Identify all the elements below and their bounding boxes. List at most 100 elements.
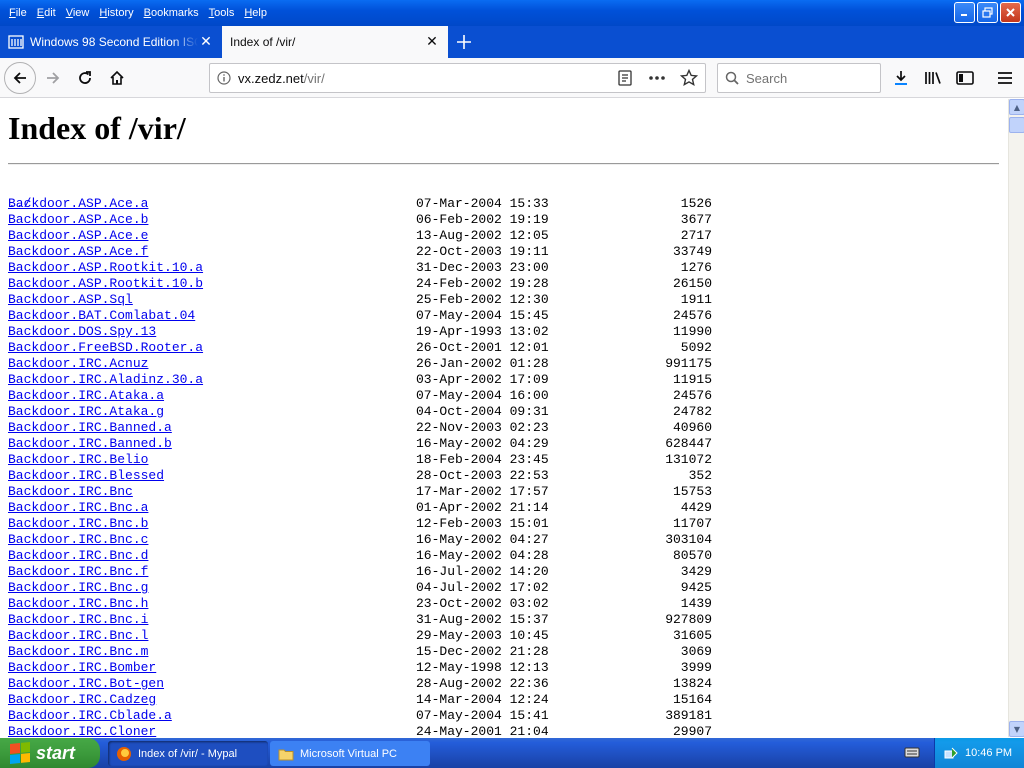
file-size: 303104 (665, 532, 712, 547)
restore-button[interactable] (977, 2, 998, 23)
file-link[interactable]: Backdoor.ASP.Ace.a (8, 196, 148, 212)
listing-row: Backdoor.IRC.Ataka.a 07-May-2004 16:00 245… (8, 388, 728, 404)
tab-close-icon[interactable]: ✕ (424, 34, 440, 50)
menu-history[interactable]: History (94, 7, 138, 19)
task-label: Microsoft Virtual PC (300, 747, 397, 760)
forward-button[interactable] (38, 63, 68, 93)
file-link[interactable]: Backdoor.ASP.Rootkit.10.a (8, 260, 203, 276)
menu-bookmarks[interactable]: Bookmarks (139, 7, 204, 19)
taskbar-button-virtual-pc[interactable]: Microsoft Virtual PC (270, 741, 430, 766)
file-link[interactable]: Backdoor.IRC.Bnc.f (8, 564, 148, 580)
file-link[interactable]: Backdoor.IRC.Bnc.h (8, 596, 148, 612)
reload-button[interactable] (70, 63, 100, 93)
file-link[interactable]: Backdoor.IRC.Cloner (8, 724, 156, 737)
start-button[interactable]: start (0, 738, 100, 768)
search-bar[interactable] (717, 63, 881, 93)
file-size: 13824 (672, 676, 712, 691)
vertical-scrollbar[interactable]: ▲ ▼ (1008, 99, 1024, 737)
file-link[interactable]: Backdoor.IRC.Bnc.l (8, 628, 148, 644)
file-link[interactable]: Backdoor.IRC.Aladinz.30.a (8, 372, 203, 388)
file-size: 352 (688, 468, 712, 483)
file-date: 15-Dec-2002 21:28 (416, 644, 549, 659)
file-link[interactable]: Backdoor.IRC.Cblade.a (8, 708, 172, 724)
minimize-button[interactable] (954, 2, 975, 23)
listing-row: Backdoor.IRC.Banned.a 22-Nov-2003 02:23 40… (8, 420, 728, 436)
file-date: 03-Apr-2002 17:09 (416, 372, 549, 387)
file-date: 06-Feb-2002 19:19 (416, 212, 549, 227)
scroll-thumb[interactable] (1009, 117, 1024, 133)
menu-view[interactable]: View (61, 7, 95, 19)
tab-index-vir[interactable]: Index of /vir/ ✕ (222, 26, 448, 58)
file-date: 16-May-2002 04:29 (416, 436, 549, 451)
url-text[interactable]: vx.zedz.net/vir/ (238, 71, 609, 86)
file-link[interactable]: Backdoor.IRC.Bot-gen (8, 676, 164, 692)
sidebar-icon (956, 71, 974, 85)
taskbar-button-mypal[interactable]: Index of /vir/ - Mypal (108, 741, 268, 766)
file-link[interactable]: Backdoor.IRC.Ataka.a (8, 388, 164, 404)
menu-edit[interactable]: Edit (32, 7, 61, 19)
file-link[interactable]: Backdoor.ASP.Ace.b (8, 212, 148, 228)
file-size: 29907 (672, 724, 712, 737)
file-link[interactable]: Backdoor.IRC.Bnc.m (8, 644, 148, 660)
home-button[interactable] (102, 63, 132, 93)
scroll-up-button[interactable]: ▲ (1009, 99, 1024, 115)
file-link[interactable]: Backdoor.ASP.Rootkit.10.b (8, 276, 203, 292)
file-link[interactable]: Backdoor.IRC.Bomber (8, 660, 156, 676)
library-button[interactable] (918, 63, 948, 93)
network-icon[interactable] (943, 745, 959, 761)
file-link[interactable]: Backdoor.IRC.Bnc.g (8, 580, 148, 596)
file-link[interactable]: Backdoor.ASP.Ace.f (8, 244, 148, 260)
file-date: 04-Jul-2002 17:02 (416, 580, 549, 595)
tab-title: Windows 98 Second Edition ISO Fi (30, 35, 198, 49)
file-link[interactable]: Backdoor.IRC.Bnc.d (8, 548, 148, 564)
scroll-down-button[interactable]: ▼ (1009, 721, 1024, 737)
file-link[interactable]: Backdoor.IRC.Bnc.a (8, 500, 148, 516)
file-link[interactable]: Backdoor.IRC.Ataka.g (8, 404, 164, 420)
menu-help[interactable]: Help (239, 7, 272, 19)
downloads-button[interactable] (886, 63, 916, 93)
close-window-button[interactable] (1000, 2, 1021, 23)
sidebar-button[interactable] (950, 63, 980, 93)
file-link[interactable]: Backdoor.IRC.Belio (8, 452, 148, 468)
file-size: 33749 (672, 244, 712, 259)
listing-row: Backdoor.IRC.Cloner 24-May-2001 21:04 2990… (8, 724, 728, 737)
file-link[interactable]: Backdoor.ASP.Sql (8, 292, 133, 308)
file-link[interactable]: Backdoor.IRC.Blessed (8, 468, 164, 484)
file-link[interactable]: Backdoor.BAT.Comlabat.04 (8, 308, 195, 324)
file-link[interactable]: Backdoor.IRC.Acnuz (8, 356, 148, 372)
file-size: 5092 (680, 340, 712, 355)
file-link[interactable]: Backdoor.IRC.Banned.a (8, 420, 172, 436)
back-button[interactable] (4, 62, 36, 94)
file-link[interactable]: Backdoor.IRC.Cadzeg (8, 692, 156, 708)
file-size: 11915 (672, 372, 712, 387)
tab-close-icon[interactable]: ✕ (198, 34, 214, 50)
bookmark-star-button[interactable] (673, 64, 705, 92)
file-date: 25-Feb-2002 12:30 (416, 292, 549, 307)
menu-tools[interactable]: Tools (204, 7, 240, 19)
file-link[interactable]: Backdoor.IRC.Banned.b (8, 436, 172, 452)
info-icon[interactable] (210, 64, 238, 92)
file-link[interactable]: Backdoor.IRC.Bnc.c (8, 532, 148, 548)
page-actions-button[interactable] (641, 64, 673, 92)
keyboard-icon[interactable] (904, 745, 920, 764)
file-link[interactable]: Backdoor.IRC.Bnc.i (8, 612, 148, 628)
file-link[interactable]: Backdoor.DOS.Spy.13 (8, 324, 156, 340)
listing-row: Backdoor.DOS.Spy.13 19-Apr-1993 13:02 1199… (8, 324, 728, 340)
menu-file[interactable]: File (4, 7, 32, 19)
file-size: 31605 (672, 628, 712, 643)
listing-row: Backdoor.IRC.Cblade.a 07-May-2004 15:41 38… (8, 708, 728, 724)
file-link[interactable]: Backdoor.IRC.Bnc (8, 484, 133, 500)
back-arrow-icon (13, 72, 26, 84)
listing-row: Backdoor.IRC.Bot-gen 28-Aug-2002 22:36 138… (8, 676, 728, 692)
search-input[interactable] (746, 70, 866, 86)
file-link[interactable]: Backdoor.IRC.Bnc.b (8, 516, 148, 532)
new-tab-button[interactable] (448, 26, 480, 58)
file-link[interactable]: Backdoor.FreeBSD.Rooter.a (8, 340, 203, 356)
reader-view-button[interactable] (609, 64, 641, 92)
file-date: 26-Oct-2001 12:01 (416, 340, 549, 355)
url-bar[interactable]: vx.zedz.net/vir/ (209, 63, 706, 93)
file-date: 24-May-2001 21:04 (416, 724, 549, 737)
file-link[interactable]: Backdoor.ASP.Ace.e (8, 228, 148, 244)
menu-button[interactable] (990, 63, 1020, 93)
tab-windows98[interactable]: Windows 98 Second Edition ISO Fi ✕ (0, 26, 222, 58)
